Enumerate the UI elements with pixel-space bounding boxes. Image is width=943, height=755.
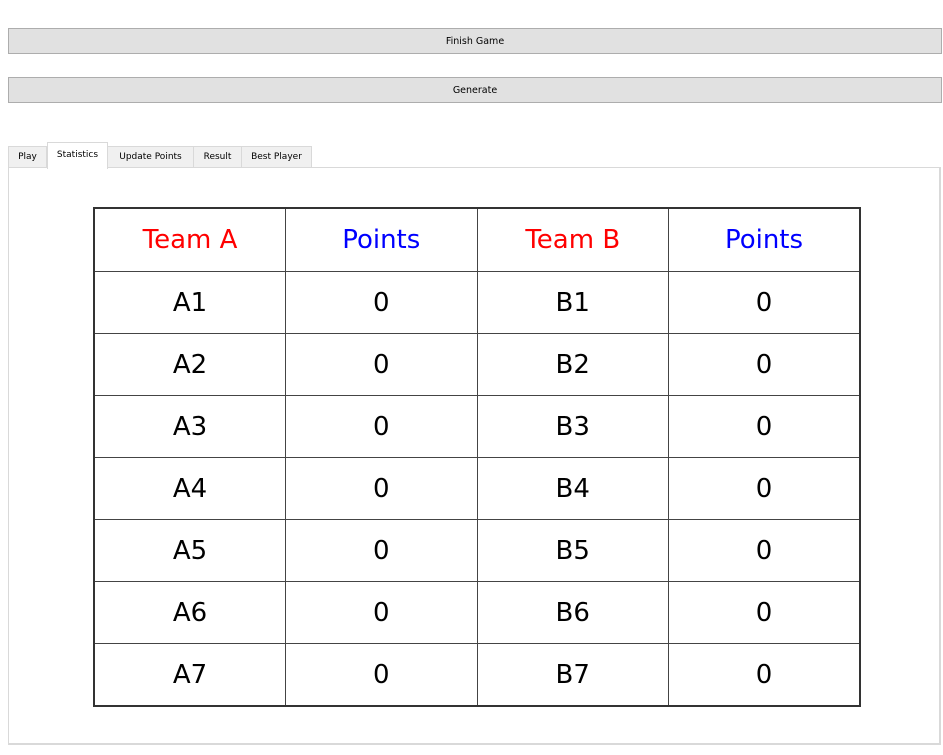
table-header-row: Team A Points Team B Points: [93, 207, 861, 272]
cell-team-b-points: 0: [668, 395, 861, 458]
header-points-a: Points: [285, 207, 478, 272]
statistics-table: Team A Points Team B Points A1 0 B1 0 A2 0 B2 0…: [93, 207, 861, 707]
table-row: A3 0 B3 0: [93, 395, 861, 458]
tab-result[interactable]: Result: [193, 146, 242, 167]
cell-team-a-player: A1: [93, 271, 286, 334]
cell-team-b-points: 0: [668, 333, 861, 396]
generate-button[interactable]: Generate: [8, 77, 942, 103]
cell-team-a-player: A3: [93, 395, 286, 458]
cell-team-a-player: A5: [93, 519, 286, 582]
cell-team-a-points: 0: [285, 519, 478, 582]
cell-team-b-player: B2: [476, 333, 669, 396]
table-row: A4 0 B4 0: [93, 457, 861, 520]
statistics-panel: Team A Points Team B Points A1 0 B1 0 A2 0 B2 0…: [8, 167, 941, 745]
cell-team-b-player: B7: [476, 643, 669, 707]
table-row: A5 0 B5 0: [93, 519, 861, 582]
cell-team-a-points: 0: [285, 457, 478, 520]
header-points-b: Points: [668, 207, 861, 272]
cell-team-b-points: 0: [668, 581, 861, 644]
cell-team-b-player: B1: [476, 271, 669, 334]
cell-team-b-points: 0: [668, 643, 861, 707]
cell-team-a-points: 0: [285, 395, 478, 458]
header-team-a: Team A: [93, 207, 286, 272]
cell-team-a-player: A7: [93, 643, 286, 707]
cell-team-b-points: 0: [668, 519, 861, 582]
tab-update-points[interactable]: Update Points: [107, 146, 194, 167]
cell-team-a-points: 0: [285, 333, 478, 396]
cell-team-a-points: 0: [285, 581, 478, 644]
tab-best-player[interactable]: Best Player: [241, 146, 312, 167]
tab-play[interactable]: Play: [8, 146, 47, 167]
tab-statistics[interactable]: Statistics: [47, 142, 108, 169]
cell-team-a-player: A2: [93, 333, 286, 396]
cell-team-b-player: B4: [476, 457, 669, 520]
header-team-b: Team B: [476, 207, 669, 272]
cell-team-a-points: 0: [285, 643, 478, 707]
finish-game-button[interactable]: Finish Game: [8, 28, 942, 54]
table-row: A6 0 B6 0: [93, 581, 861, 644]
cell-team-b-player: B6: [476, 581, 669, 644]
cell-team-b-player: B5: [476, 519, 669, 582]
cell-team-b-player: B3: [476, 395, 669, 458]
cell-team-a-player: A6: [93, 581, 286, 644]
cell-team-a-player: A4: [93, 457, 286, 520]
cell-team-a-points: 0: [285, 271, 478, 334]
table-row: A7 0 B7 0: [93, 643, 861, 707]
table-row: A2 0 B2 0: [93, 333, 861, 396]
table-row: A1 0 B1 0: [93, 271, 861, 334]
cell-team-b-points: 0: [668, 271, 861, 334]
cell-team-b-points: 0: [668, 457, 861, 520]
